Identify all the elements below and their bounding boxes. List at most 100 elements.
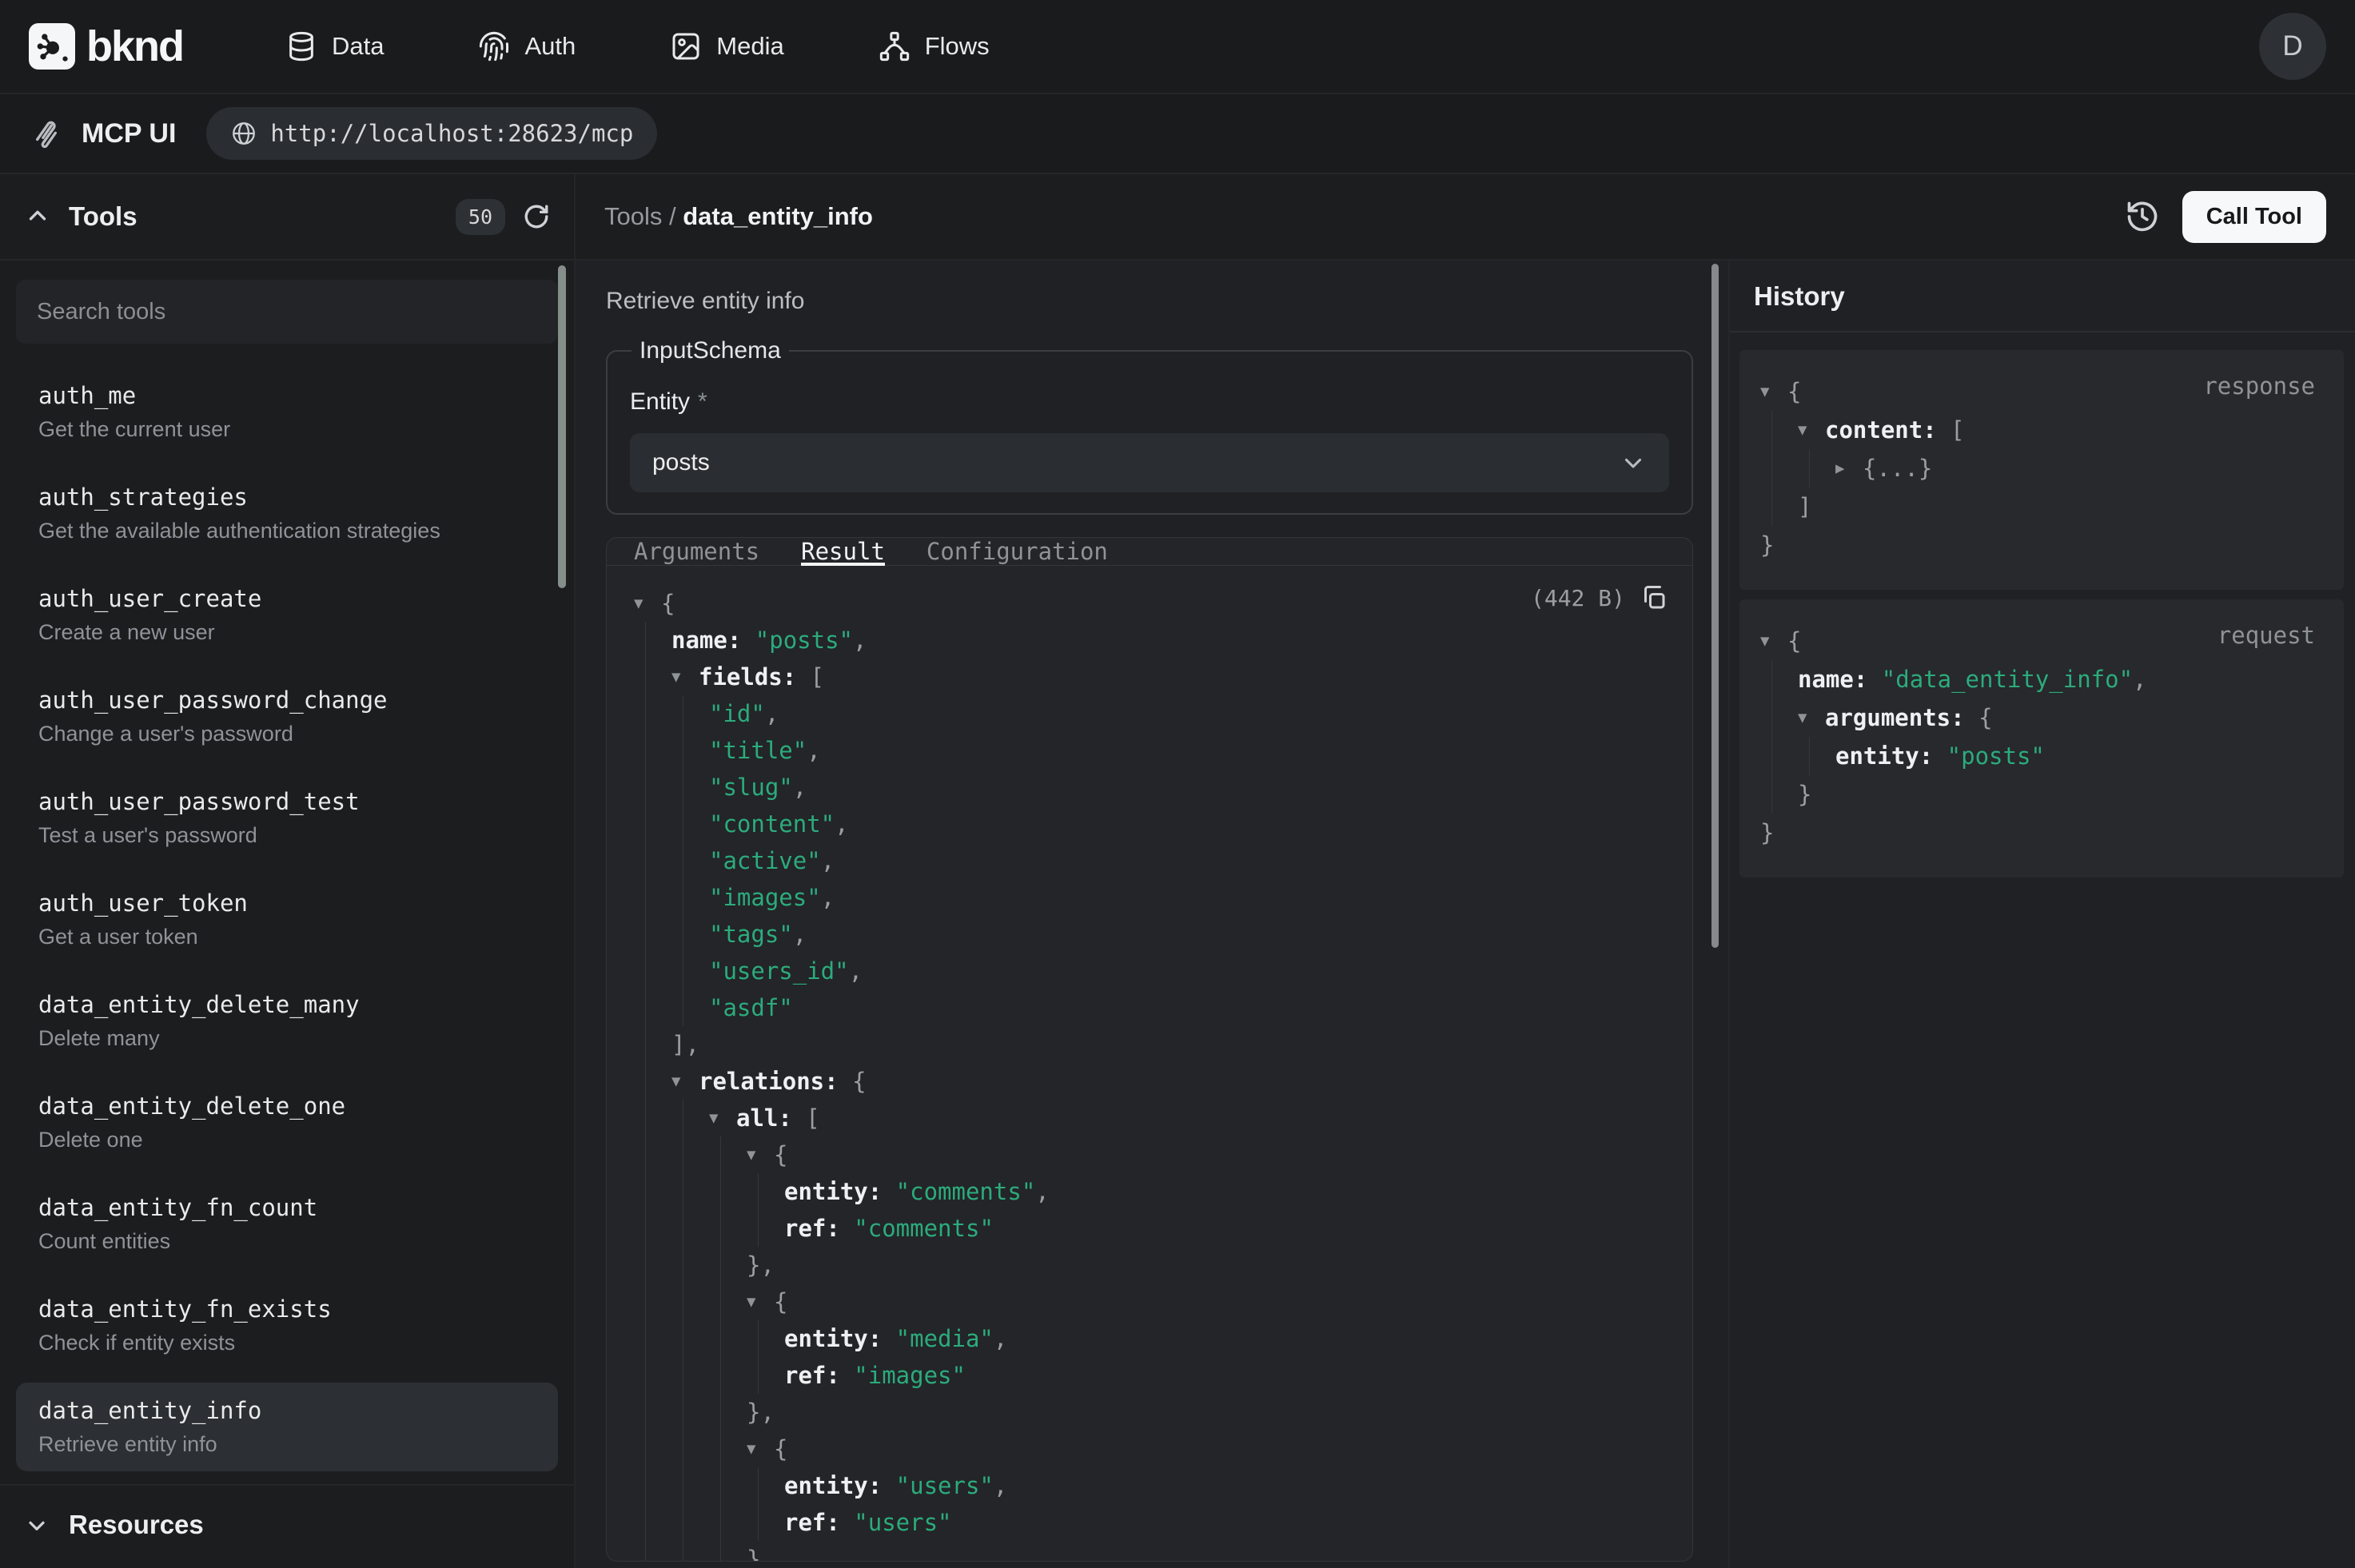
indent-guide [709,1394,747,1431]
collapse-toggle-icon[interactable]: ▼ [1798,698,1825,737]
tool-list-item[interactable]: data_entity_info Retrieve entity info [16,1383,558,1471]
tool-list-item[interactable]: auth_me Get the current user [16,368,558,456]
tool-name: data_entity_delete_one [38,1092,536,1120]
json-punctuation: , [994,1472,1007,1499]
indent-guide [671,1136,709,1173]
indent-guide [634,1173,671,1210]
json-line: entity: "users", [628,1467,1668,1504]
json-line: entity: "posts" [1754,737,2325,775]
tab-configuration[interactable]: Configuration [926,538,1108,565]
tool-list-item[interactable]: auth_user_token Get a user token [16,875,558,964]
sidebar-scrollbar[interactable] [558,265,566,588]
tool-list-item[interactable]: auth_strategies Get the available authen… [16,469,558,558]
indent-guide [709,1283,747,1320]
collapse-toggle-icon[interactable]: ▼ [747,1136,774,1173]
tool-description: Delete many [38,1025,536,1051]
indent-guide [671,1394,709,1431]
collapse-toggle-icon[interactable]: ▼ [709,1100,736,1136]
chevron-down-icon[interactable] [24,1512,50,1538]
json-line: ▼fields: [ [628,659,1668,695]
indent-guide [709,1467,747,1504]
call-tool-button[interactable]: Call Tool [2182,191,2326,243]
collapse-toggle-icon[interactable]: ▼ [747,1283,774,1320]
history-entries: response ▼{▼content: [▶{...}]} request ▼… [1730,332,2355,887]
tool-description: Get the current user [38,416,536,442]
collapse-toggle-icon[interactable]: ▼ [671,659,699,695]
entity-select[interactable]: posts [630,433,1669,492]
indent-guide [634,806,671,842]
indent-guide [671,1504,709,1541]
tool-list-item[interactable]: auth_user_password_change Change a user'… [16,672,558,761]
collapse-toggle-icon[interactable]: ▼ [1760,372,1787,411]
json-key: arguments: [1825,704,1965,731]
tool-list-item[interactable]: auth_user_create Create a new user [16,571,558,659]
indent-guide [747,1210,784,1247]
indent-guide [709,1504,747,1541]
history-entry-response[interactable]: response ▼{▼content: [▶{...}]} [1739,350,2344,590]
refresh-icon[interactable] [523,203,550,230]
json-key: ref: [784,1509,840,1536]
tool-list-item[interactable]: data_entity_fn_exists Check if entity ex… [16,1281,558,1370]
collapse-toggle-icon[interactable]: ▼ [1760,622,1787,660]
tool-description: Create a new user [38,619,536,645]
nav-item-flows[interactable]: Flows [879,30,990,62]
main-scrollbar[interactable] [1711,264,1719,948]
tool-list-item[interactable]: auth_user_password_test Test a user's pa… [16,774,558,862]
json-punctuation: { [774,1435,787,1463]
user-avatar[interactable]: D [2259,13,2326,80]
nav-item-media[interactable]: Media [670,30,783,62]
indent-guide [634,989,671,1026]
indent-guide [1760,411,1798,449]
brand-logo[interactable]: bknd [29,22,183,71]
indent-guide [634,1100,671,1136]
resources-section-header[interactable]: Resources [16,1486,558,1540]
nav-item-auth[interactable]: Auth [478,30,576,62]
history-entry-request[interactable]: request ▼{name: "data_entity_info",▼argu… [1739,599,2344,878]
indent-guide [747,1467,784,1504]
history-toggle-button[interactable] [2123,197,2162,236]
collapse-toggle-icon[interactable]: ▼ [1798,411,1825,449]
tool-list-item[interactable]: data_entity_delete_one Delete one [16,1078,558,1167]
json-punctuation: {...} [1863,455,1932,482]
tool-list-item[interactable]: data_entity_fn_count Count entities [16,1180,558,1268]
tool-name: auth_me [38,382,536,409]
indent-guide [634,916,671,953]
collapse-toggle-icon[interactable]: ▼ [671,1063,699,1100]
json-line: ▼{ [628,1431,1668,1467]
copy-icon[interactable] [1640,583,1668,612]
entity-field-label: Entity* [630,388,1669,416]
indent-guide [671,1210,709,1247]
indent-guide [634,1357,671,1394]
json-punctuation: } [747,1546,760,1562]
collapse-toggle-icon[interactable]: ▼ [747,1431,774,1467]
indent-guide [634,879,671,916]
chevron-up-icon[interactable] [24,203,51,230]
tool-list-item[interactable]: data_entity_delete_many Delete many [16,977,558,1065]
indent-guide [671,1467,709,1504]
tab-arguments[interactable]: Arguments [634,538,759,565]
json-line: } [1754,526,2325,564]
json-string-value: "content" [709,810,835,838]
collapse-toggle-icon[interactable]: ▼ [634,585,661,622]
json-line: }, [628,1394,1668,1431]
json-punctuation: }, [747,1399,775,1426]
tab-result[interactable]: Result [801,538,885,565]
json-punctuation: ], [671,1031,699,1058]
globe-icon [230,120,257,147]
search-input[interactable] [16,280,558,344]
json-punctuation: }, [747,1252,775,1279]
tools-sidebar: Tools 50 auth_me Get the current user au… [0,174,576,1568]
mcp-url-pill[interactable]: http://localhost:28623/mcp [206,107,657,160]
tools-section-header[interactable]: Tools 50 [0,174,574,261]
json-punctuation: { [1965,704,1993,731]
tool-name: data_entity_fn_count [38,1194,536,1221]
json-punctuation: , [2133,666,2146,693]
json-key: name: [671,627,741,654]
entity-select-value: posts [652,449,710,476]
indent-guide [634,1320,671,1357]
json-string-value: "data_entity_info" [1867,666,2133,693]
nav-item-data[interactable]: Data [285,30,384,62]
indent-guide [671,1357,709,1394]
expand-toggle-icon[interactable]: ▶ [1835,449,1863,488]
indent-guide [634,769,671,806]
